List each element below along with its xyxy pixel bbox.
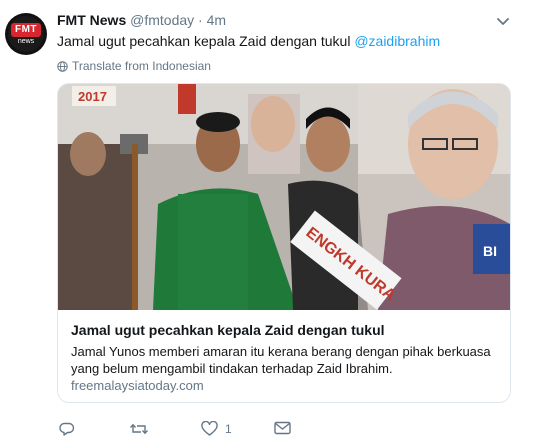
author-handle[interactable]: @fmtoday [130,12,194,28]
photo-banner-text-2: BI [483,243,497,259]
photo-sign-text: 2017 [78,89,107,104]
card-domain[interactable]: freemalaysiatoday.com [71,378,204,393]
direct-message-button[interactable] [274,421,298,435]
tweet-text: Jamal ugut pecahkan kepala Zaid dengan t… [57,33,440,49]
card-description: Jamal Yunos memberi amaran itu kerana be… [71,344,491,376]
retweet-button[interactable] [130,421,155,437]
card-photo: 2017 ENGKH KURA BI [58,84,510,310]
author-name[interactable]: FMT News [57,12,126,28]
card-title[interactable]: Jamal ugut pecahkan kepala Zaid dengan t… [71,322,385,338]
tweet-timestamp[interactable]: 4m [207,12,226,28]
link-card[interactable]: 2017 ENGKH KURA BI Jamal ugut pecahkan k… [57,83,511,403]
envelope-icon [274,421,291,435]
translate-link[interactable]: Translate from Indonesian [57,59,211,73]
heart-icon [201,421,218,436]
translate-label: Translate from Indonesian [72,59,211,73]
globe-icon [57,60,68,72]
chevron-down-icon[interactable] [496,17,510,27]
reply-icon [59,422,75,436]
tweet[interactable]: FMT news FMT News @fmtoday · 4m Jamal ug… [0,0,541,445]
tweet-body: Jamal ugut pecahkan kepala Zaid dengan t… [57,33,351,49]
avatar-logo: FMT [11,23,41,37]
tweet-header: FMT News @fmtoday · 4m [57,12,226,28]
avatar[interactable]: FMT news [5,13,47,55]
tweet-actions: 1 [57,421,357,439]
retweet-icon [130,423,148,435]
like-button[interactable]: 1 [201,421,232,437]
mention-link[interactable]: @zaidibrahim [354,33,440,49]
reply-button[interactable] [59,421,82,437]
avatar-subtext: news [17,38,35,45]
time-separator: · [198,12,203,28]
like-count: 1 [225,422,232,436]
